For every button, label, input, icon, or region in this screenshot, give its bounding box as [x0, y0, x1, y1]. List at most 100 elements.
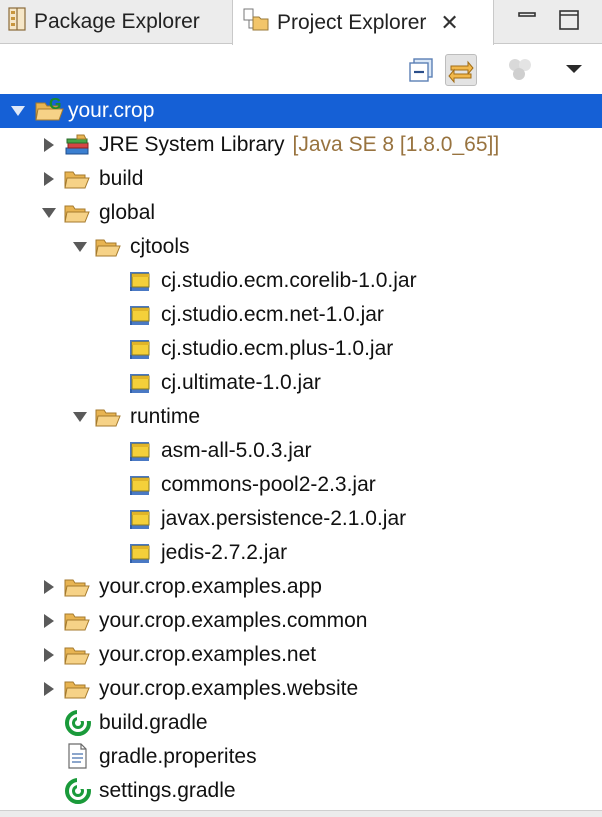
collapsed-arrow-icon[interactable] — [41, 162, 57, 196]
tree-item-name: cj.studio.ecm.corelib-1.0.jar — [161, 269, 417, 292]
folder-icon — [64, 677, 90, 701]
tree-item-label: javax.persistence-2.1.0.jar — [161, 502, 406, 536]
tree-item-name: jedis-2.7.2.jar — [161, 541, 288, 564]
folder-icon — [64, 167, 90, 191]
folder-icon — [64, 643, 90, 667]
tree-item-label: your.crop.examples.website — [99, 672, 358, 706]
text-file-icon — [64, 743, 90, 769]
collapsed-arrow-icon[interactable] — [41, 672, 57, 706]
focus-icon — [505, 59, 535, 88]
tree-item-label: cj.studio.ecm.plus-1.0.jar — [161, 332, 393, 366]
link-with-editor-button[interactable] — [445, 54, 477, 86]
tree-item-label: jedis-2.7.2.jar — [161, 536, 287, 570]
collapse-all-button[interactable] — [405, 54, 437, 86]
minimize-icon[interactable] — [516, 9, 538, 36]
folder-icon — [64, 609, 90, 633]
library-icon — [64, 133, 90, 157]
tree-item-label: your.crop.examples.app — [99, 570, 322, 604]
tree-item-label: asm-all-5.0.3.jar — [161, 434, 312, 468]
tree-row-project[interactable]: Gyour.crop — [0, 94, 602, 128]
tree-item-label: settings.gradle — [99, 774, 236, 808]
tree-row-folder[interactable]: your.crop.examples.website — [0, 672, 602, 706]
tree-item-name: build.gradle — [99, 711, 208, 734]
tree-row-text[interactable]: gradle.properites — [0, 740, 602, 774]
tab-package-explorer[interactable]: Package Explorer — [0, 0, 232, 44]
collapse-all-icon — [405, 58, 437, 90]
collapsed-arrow-icon[interactable] — [41, 570, 57, 604]
tree-item-name: build — [99, 167, 144, 190]
expanded-arrow-icon[interactable] — [10, 94, 26, 128]
view-menu-icon — [560, 65, 590, 88]
tree-item-label: gradle.properites — [99, 740, 257, 774]
collapsed-arrow-icon[interactable] — [41, 604, 57, 638]
tree-item-name: global — [99, 201, 156, 224]
gradle-project-icon: G — [35, 96, 64, 121]
collapsed-arrow-icon[interactable] — [41, 638, 57, 672]
tree-item-name: cj.ultimate-1.0.jar — [161, 371, 321, 394]
folder-icon — [64, 201, 90, 225]
tree-row-jar[interactable]: commons-pool2-2.3.jar — [0, 468, 602, 502]
maximize-icon[interactable] — [558, 9, 580, 36]
jar-icon — [126, 337, 152, 361]
tree-row-library[interactable]: JRE System Library [Java SE 8 [1.8.0_65]] — [0, 128, 602, 162]
tree-row-jar[interactable]: cj.studio.ecm.corelib-1.0.jar — [0, 264, 602, 298]
svg-text:G: G — [49, 96, 61, 113]
focus-button[interactable] — [505, 54, 537, 86]
collapsed-arrow-icon[interactable] — [41, 128, 57, 162]
tree-row-jar[interactable]: cj.ultimate-1.0.jar — [0, 366, 602, 400]
close-icon[interactable]: ✕ — [440, 11, 458, 34]
tree-item-name: settings.gradle — [99, 779, 236, 802]
tree-item-name: JRE System Library — [99, 133, 285, 156]
project-explorer-icon — [243, 8, 269, 38]
tree-row-jar[interactable]: cj.studio.ecm.net-1.0.jar — [0, 298, 602, 332]
tree-row-folder[interactable]: your.crop.examples.net — [0, 638, 602, 672]
jar-icon — [126, 473, 152, 497]
tree-item-label: cj.ultimate-1.0.jar — [161, 366, 321, 400]
tree-item-name: your.crop.examples.website — [99, 677, 359, 700]
tree-row-jar[interactable]: javax.persistence-2.1.0.jar — [0, 502, 602, 536]
tab-project-explorer[interactable]: Project Explorer ✕ — [232, 0, 494, 45]
expanded-arrow-icon[interactable] — [41, 196, 57, 230]
tree-item-label: your.crop.examples.common — [99, 604, 367, 638]
tree-item-label: your.crop.examples.net — [99, 638, 316, 672]
folder-icon — [64, 575, 90, 599]
tree-item-name: your.crop.examples.common — [99, 609, 368, 632]
tab-label: Project Explorer — [277, 10, 427, 34]
jar-icon — [126, 303, 152, 327]
view-menu-button[interactable] — [560, 54, 592, 86]
gradle-file-icon — [64, 709, 91, 736]
tab-label: Package Explorer — [34, 10, 200, 33]
tree-row-folder[interactable]: runtime — [0, 400, 602, 434]
tree-row-folder[interactable]: your.crop.examples.app — [0, 570, 602, 604]
tree-item-label: cj.studio.ecm.corelib-1.0.jar — [161, 264, 417, 298]
tree-row-jar[interactable]: jedis-2.7.2.jar — [0, 536, 602, 570]
tree-item-label: your.crop — [68, 94, 154, 128]
expanded-arrow-icon[interactable] — [72, 400, 88, 434]
folder-icon — [95, 235, 121, 259]
tree-item-name: cj.studio.ecm.plus-1.0.jar — [161, 337, 394, 360]
tree-item-label: global — [99, 196, 155, 230]
tree-row-jar[interactable]: cj.studio.ecm.plus-1.0.jar — [0, 332, 602, 366]
package-explorer-icon — [8, 7, 26, 37]
tree-item-label: cj.studio.ecm.net-1.0.jar — [161, 298, 384, 332]
tree-row-jar[interactable]: asm-all-5.0.3.jar — [0, 434, 602, 468]
tree-item-label: build.gradle — [99, 706, 208, 740]
tree-item-name: gradle.properites — [99, 745, 257, 768]
tree-row-gradle[interactable]: build.gradle — [0, 706, 602, 740]
expanded-arrow-icon[interactable] — [72, 230, 88, 264]
tree-item-name: javax.persistence-2.1.0.jar — [161, 507, 407, 530]
tree-row-folder[interactable]: cjtools — [0, 230, 602, 264]
tree-row-gradle[interactable]: settings.gradle — [0, 774, 602, 808]
jar-icon — [126, 507, 152, 531]
tree-item-name: commons-pool2-2.3.jar — [161, 473, 376, 496]
jar-icon — [126, 269, 152, 293]
jar-icon — [126, 541, 152, 565]
tree-row-folder[interactable]: build — [0, 162, 602, 196]
tree-item-name: asm-all-5.0.3.jar — [161, 439, 312, 462]
tree-row-folder[interactable]: global — [0, 196, 602, 230]
tree-item-name: runtime — [130, 405, 201, 428]
tree-row-folder[interactable]: your.crop.examples.common — [0, 604, 602, 638]
tree-item-label: build — [99, 162, 143, 196]
gradle-file-icon — [64, 777, 91, 804]
view-tab-bar: Package Explorer Project Explorer ✕ — [0, 0, 602, 45]
